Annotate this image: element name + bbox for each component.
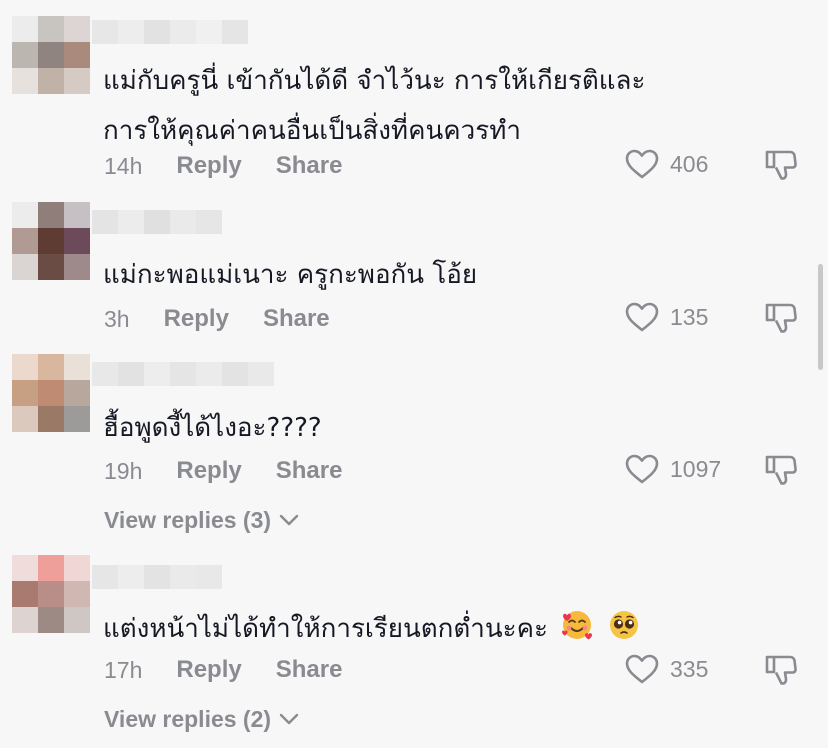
avatar-pixel <box>64 354 90 380</box>
comment-text-line: ฮื้อพูดงี้ได้ไงอะ???? <box>103 413 322 443</box>
avatar-pixel <box>64 228 90 254</box>
avatar-pixel <box>64 607 90 633</box>
avatar-pixel <box>38 228 64 254</box>
username-blurred[interactable] <box>92 210 222 234</box>
avatar[interactable] <box>12 16 90 94</box>
avatar-pixel <box>38 254 64 280</box>
share-button[interactable]: Share <box>276 457 343 485</box>
comment-timestamp: 3h <box>104 305 130 332</box>
avatar-pixel <box>38 202 64 228</box>
avatar-pixel <box>38 406 64 432</box>
avatar-pixel <box>64 254 90 280</box>
avatar-pixel <box>12 254 38 280</box>
avatar-pixel <box>12 202 38 228</box>
view-replies-button[interactable]: View replies (3) <box>104 505 299 535</box>
avatar-pixel <box>12 380 38 406</box>
like-count: 1097 <box>670 455 722 482</box>
thumbs-down-icon[interactable] <box>764 453 798 487</box>
avatar-pixel <box>12 16 38 42</box>
comment-text-line: แม่กะพอแม่เนาะ ครูกะพอกัน โอ้ย <box>103 260 478 290</box>
scrollbar[interactable] <box>818 264 823 370</box>
like-button[interactable]: 1097 <box>624 453 721 485</box>
avatar-pixel <box>38 68 64 94</box>
avatar-pixel <box>12 406 38 432</box>
heart-outline-icon <box>625 454 659 484</box>
avatar[interactable] <box>12 555 90 633</box>
heart-outline-icon <box>625 149 659 179</box>
reply-button[interactable]: Reply <box>176 656 241 684</box>
like-count: 135 <box>670 303 709 330</box>
avatar-pixel <box>64 68 90 94</box>
smiling-face-with-hearts-emoji <box>562 611 593 640</box>
comment-timestamp: 19h <box>104 457 143 484</box>
username-blurred[interactable] <box>92 362 274 386</box>
thumbs-down-icon[interactable] <box>764 148 798 182</box>
avatar-pixel <box>38 555 64 581</box>
comment-meta: 17h Reply Share <box>104 655 342 685</box>
view-replies-button[interactable]: View replies (2) <box>104 704 299 734</box>
like-button[interactable]: 406 <box>624 148 708 180</box>
comment-text: แม่กับครูนี่ เข้ากันได้ดี จำไว้นะ การให้… <box>103 56 645 156</box>
thumbs-down-icon[interactable] <box>764 301 798 335</box>
comment-text-line: แม่กับครูนี่ เข้ากันได้ดี จำไว้นะ การให้… <box>103 66 646 96</box>
heart-outline-icon <box>625 302 659 332</box>
avatar-pixel <box>38 354 64 380</box>
comment-meta: 19h Reply Share <box>104 456 342 486</box>
username-blurred[interactable] <box>92 20 248 44</box>
comment-text: แม่กะพอแม่เนาะ ครูกะพอกัน โอ้ย <box>103 250 477 300</box>
comment-text-line: แต่งหน้าไม่ได้ทำให้การเรียนตกต่ำนะคะ <box>103 604 641 654</box>
reply-button[interactable]: Reply <box>176 457 241 485</box>
like-button[interactable]: 135 <box>624 301 708 333</box>
thumbs-down-icon[interactable] <box>764 653 798 687</box>
username-blurred[interactable] <box>92 565 222 589</box>
reply-button[interactable]: Reply <box>176 152 241 180</box>
comment-text-line: การให้คุณค่าคนอื่นเป็นสิ่งที่คนควรทำ <box>103 116 521 146</box>
avatar[interactable] <box>12 202 90 280</box>
comment-timestamp: 17h <box>104 656 143 683</box>
avatar-pixel <box>12 42 38 68</box>
like-count: 335 <box>670 655 709 682</box>
avatar-pixel <box>64 380 90 406</box>
avatar-pixel <box>12 68 38 94</box>
avatar-pixel <box>12 555 38 581</box>
comment-meta: 14h Reply Share <box>104 151 342 181</box>
reply-button[interactable]: Reply <box>164 305 229 333</box>
avatar-pixel <box>38 16 64 42</box>
avatar-pixel <box>38 42 64 68</box>
comment-text: แต่งหน้าไม่ได้ทำให้การเรียนตกต่ำนะคะ <box>103 604 641 654</box>
avatar-pixel <box>64 16 90 42</box>
avatar-pixel <box>12 581 38 607</box>
avatar-pixel <box>12 228 38 254</box>
avatar-pixel <box>64 581 90 607</box>
pleading-face-emoji <box>609 611 638 639</box>
avatar-pixel <box>64 42 90 68</box>
avatar-pixel <box>38 581 64 607</box>
share-button[interactable]: Share <box>276 656 343 684</box>
avatar-pixel <box>64 202 90 228</box>
comment-timestamp: 14h <box>104 152 143 179</box>
chevron-down-icon <box>279 514 299 526</box>
view-replies-label: View replies (3) <box>104 506 272 533</box>
avatar-pixel <box>38 607 64 633</box>
share-button[interactable]: Share <box>276 152 343 180</box>
heart-outline-icon <box>625 654 659 684</box>
avatar-pixel <box>38 380 64 406</box>
avatar-pixel <box>64 406 90 432</box>
avatar-pixel <box>64 555 90 581</box>
comment-text-content: แต่งหน้าไม่ได้ทำให้การเรียนตกต่ำนะคะ <box>103 614 548 644</box>
chevron-down-icon <box>279 713 299 725</box>
view-replies-label: View replies (2) <box>104 705 272 732</box>
avatar[interactable] <box>12 354 90 432</box>
comment-meta: 3h Reply Share <box>104 304 330 334</box>
avatar-pixel <box>12 354 38 380</box>
avatar-pixel <box>12 607 38 633</box>
comment-text: ฮื้อพูดงี้ได้ไงอะ???? <box>103 403 322 453</box>
like-button[interactable]: 335 <box>624 653 708 685</box>
share-button[interactable]: Share <box>263 305 330 333</box>
like-count: 406 <box>670 150 709 177</box>
